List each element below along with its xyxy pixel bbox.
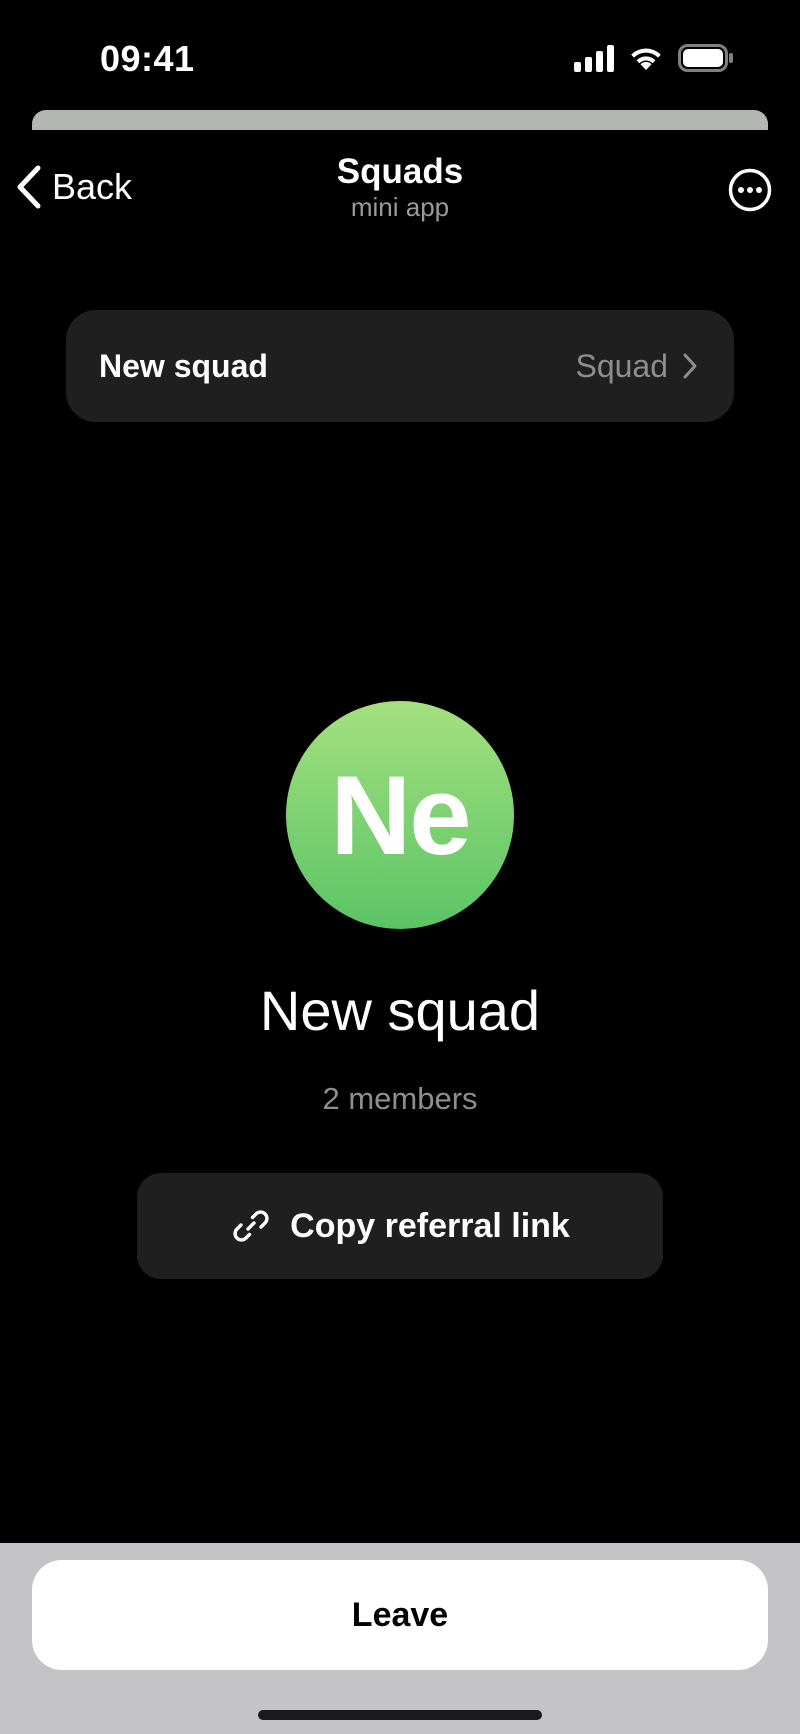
cellular-signal-icon bbox=[574, 44, 614, 72]
member-count: 2 members bbox=[322, 1081, 478, 1116]
header-title-block: Squads mini app bbox=[200, 152, 600, 222]
page-subtitle: mini app bbox=[350, 192, 450, 222]
leave-button[interactable]: Leave bbox=[32, 1560, 768, 1670]
sheet-top-bar bbox=[32, 110, 768, 130]
squad-row-right: Squad bbox=[575, 348, 698, 385]
squad-avatar: Ne bbox=[286, 701, 514, 929]
battery-icon bbox=[678, 44, 733, 72]
screen: 09:41 Back Squads mini app New squad Squ… bbox=[0, 0, 800, 1734]
page-title: Squads bbox=[336, 152, 464, 191]
leave-label: Leave bbox=[351, 1595, 449, 1634]
status-icons bbox=[574, 44, 734, 72]
back-label: Back bbox=[52, 166, 133, 207]
squad-selector-row[interactable]: New squad Squad bbox=[66, 310, 734, 422]
more-horizontal-circle-icon bbox=[728, 168, 772, 212]
chevron-right-icon bbox=[683, 353, 697, 379]
chevron-left-icon bbox=[17, 165, 41, 209]
navigation-header: Back Squads mini app bbox=[0, 130, 800, 250]
avatar-initials: Ne bbox=[330, 752, 471, 878]
back-button[interactable]: Back bbox=[14, 164, 132, 210]
status-bar: 09:41 bbox=[0, 0, 800, 110]
more-button[interactable] bbox=[728, 168, 772, 212]
home-indicator bbox=[258, 1710, 542, 1720]
wifi-icon bbox=[631, 48, 661, 70]
copy-referral-link-button[interactable]: Copy referral link bbox=[137, 1173, 663, 1279]
link-icon bbox=[233, 1210, 269, 1242]
bottom-panel: Leave bbox=[0, 1543, 800, 1734]
squad-row-type: Squad bbox=[575, 347, 668, 384]
copy-referral-label: Copy referral link bbox=[290, 1206, 570, 1245]
squad-row-name: New squad bbox=[99, 347, 268, 384]
status-time: 09:41 bbox=[100, 38, 195, 79]
squad-name: New squad bbox=[259, 979, 541, 1042]
